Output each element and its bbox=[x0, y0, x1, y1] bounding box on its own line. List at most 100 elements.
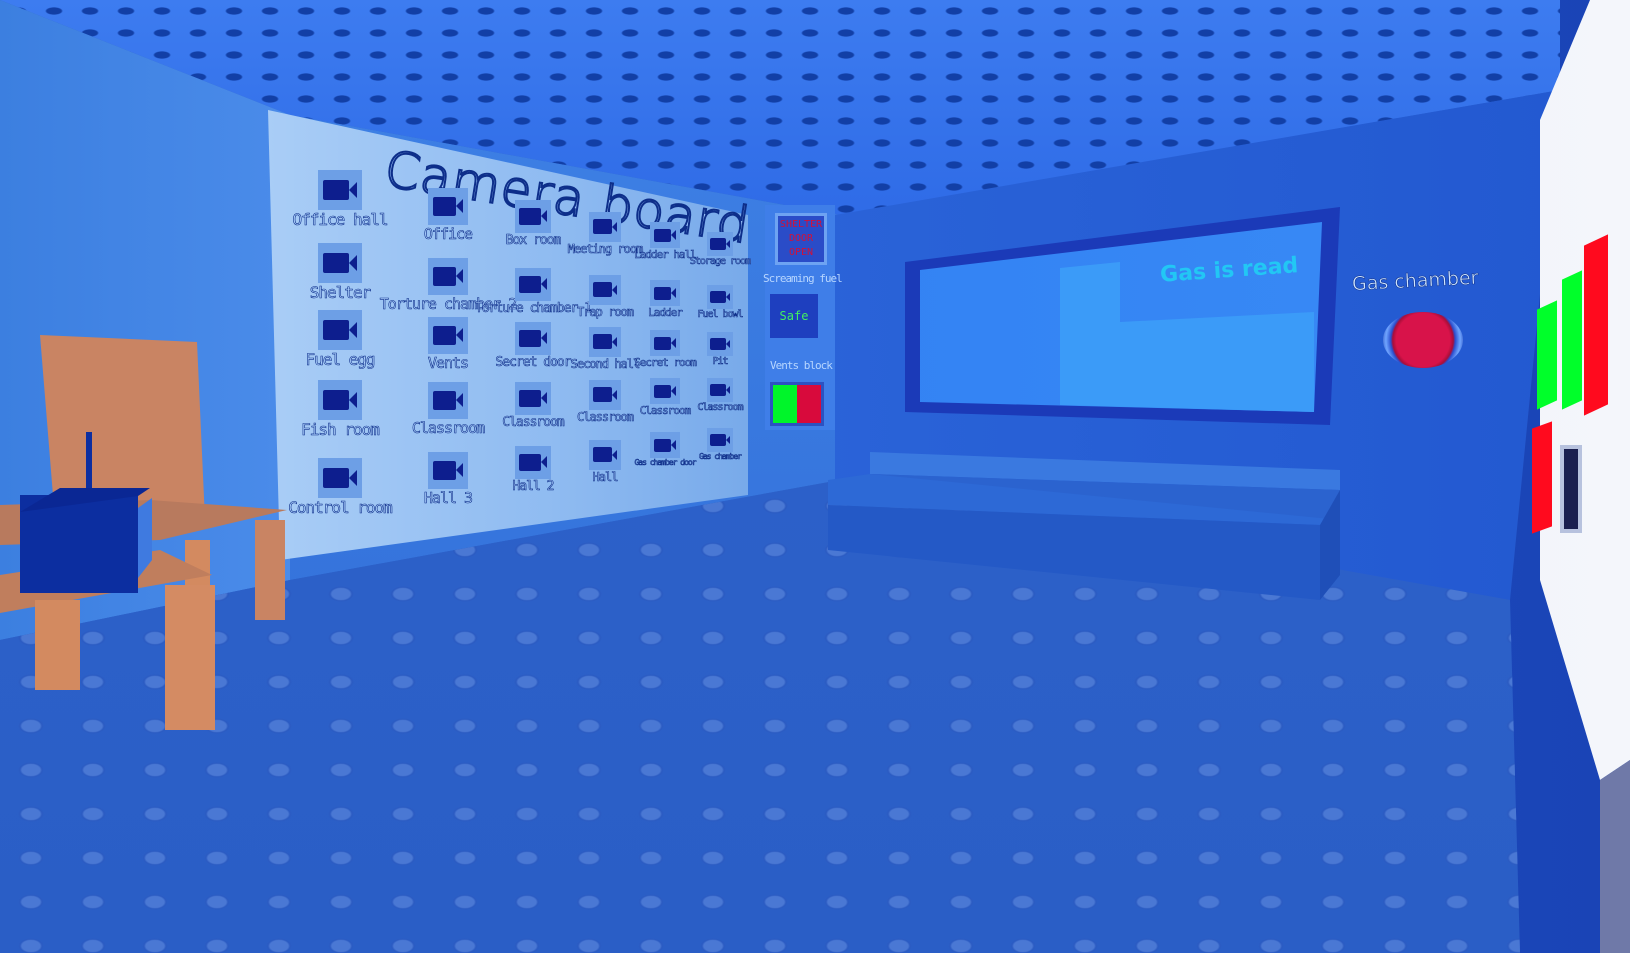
camera-label: Classroom bbox=[576, 409, 635, 424]
camera-label: Office hall bbox=[292, 210, 389, 230]
camera-label: Ladder bbox=[648, 306, 683, 320]
camera-label: Gas chamber door bbox=[634, 458, 697, 468]
vents-open-indicator[interactable] bbox=[773, 385, 797, 423]
camera-button[interactable]: Storage room bbox=[690, 232, 751, 267]
camera-label: Office bbox=[423, 224, 474, 243]
camera-button[interactable]: Fuel bowl bbox=[697, 285, 744, 321]
camera-button[interactable]: Hall 3 bbox=[416, 452, 480, 507]
camera-button[interactable]: Classroom bbox=[576, 380, 635, 424]
camera-button[interactable]: Gas chamber bbox=[699, 428, 743, 462]
video-camera-icon bbox=[514, 382, 552, 415]
gas-chamber-button[interactable] bbox=[1383, 312, 1463, 368]
camera-button[interactable]: Secret room bbox=[634, 330, 697, 370]
camera-button[interactable]: Fish room bbox=[301, 380, 380, 439]
video-camera-icon bbox=[706, 232, 734, 256]
video-camera-icon bbox=[427, 382, 469, 419]
camera-label: Fuel egg bbox=[305, 350, 376, 370]
video-camera-icon bbox=[514, 446, 552, 479]
video-camera-icon bbox=[650, 330, 680, 357]
green-bar-small[interactable] bbox=[1537, 300, 1557, 410]
camera-label: Secret door bbox=[495, 354, 572, 370]
camera-button[interactable]: Office bbox=[416, 188, 480, 243]
camera-label: Hall 3 bbox=[423, 488, 474, 507]
camera-button[interactable]: Box room bbox=[504, 200, 562, 248]
video-camera-icon bbox=[318, 170, 362, 210]
camera-button[interactable]: Pit bbox=[699, 332, 741, 367]
video-camera-icon bbox=[514, 268, 552, 301]
camera-label: Gas chamber bbox=[699, 452, 743, 462]
camera-label: Second hall bbox=[570, 356, 640, 371]
camera-button[interactable]: Second hall bbox=[570, 327, 641, 371]
video-camera-icon bbox=[650, 432, 680, 459]
video-camera-icon bbox=[318, 380, 362, 420]
camera-button[interactable]: Control room bbox=[288, 458, 393, 517]
video-camera-icon bbox=[427, 258, 469, 295]
camera-label: Torture chamber 1 bbox=[474, 300, 593, 316]
shelter-door-alert: SHELTER DOOR OPEN bbox=[775, 213, 827, 265]
video-camera-icon bbox=[427, 452, 469, 489]
camera-label: Vents bbox=[427, 353, 470, 372]
camera-button[interactable]: Classroom bbox=[502, 382, 565, 430]
camera-label: Box room bbox=[505, 232, 561, 248]
camera-button[interactable]: Trap room bbox=[576, 275, 635, 319]
camera-label: Control room bbox=[288, 498, 393, 518]
video-camera-icon bbox=[588, 440, 622, 470]
camera-label: Fuel bowl bbox=[697, 309, 744, 321]
camera-label: Storage room bbox=[689, 256, 752, 268]
camera-label: Classroom bbox=[411, 418, 486, 437]
video-camera-icon bbox=[318, 458, 362, 498]
camera-button[interactable]: Torture chamber 2 bbox=[379, 258, 518, 313]
camera-label: Hall bbox=[592, 469, 619, 484]
camera-label: Secret room bbox=[634, 356, 697, 370]
vents-closed-indicator[interactable] bbox=[797, 385, 821, 423]
camera-button[interactable]: Classroom bbox=[697, 378, 744, 414]
table-leg bbox=[35, 600, 80, 690]
screaming-fuel-status: Safe bbox=[770, 294, 818, 338]
camera-button[interactable]: Ladder bbox=[642, 280, 688, 320]
table-leg bbox=[165, 585, 215, 730]
video-camera-icon bbox=[650, 280, 680, 307]
green-bar-medium[interactable] bbox=[1562, 270, 1582, 410]
video-camera-icon bbox=[706, 428, 734, 452]
screaming-fuel-label: Screaming fuel bbox=[763, 272, 843, 285]
radio-antenna bbox=[86, 432, 92, 492]
red-bar-tall[interactable] bbox=[1584, 234, 1608, 416]
camera-label: Meeting room bbox=[567, 241, 643, 256]
camera-label: Trap room bbox=[576, 304, 635, 319]
video-camera-icon bbox=[588, 275, 622, 305]
dark-screen bbox=[1560, 445, 1582, 533]
video-camera-icon bbox=[588, 380, 622, 410]
camera-button[interactable]: Torture chamber 1 bbox=[475, 268, 592, 316]
game-scene: Camera board Office hall Office Box room Me… bbox=[0, 0, 1630, 953]
camera-button[interactable]: Hall 2 bbox=[504, 446, 561, 494]
video-camera-icon bbox=[588, 212, 622, 242]
camera-button[interactable]: Office hall bbox=[292, 170, 389, 229]
camera-label: Ladder hall bbox=[634, 248, 697, 262]
camera-label: Classroom bbox=[697, 402, 744, 414]
camera-button[interactable]: Ladder hall bbox=[634, 222, 697, 262]
camera-button[interactable]: Classroom bbox=[412, 382, 485, 437]
camera-label: Pit bbox=[712, 356, 729, 368]
video-camera-icon bbox=[706, 285, 734, 309]
radio[interactable] bbox=[20, 495, 138, 593]
camera-button[interactable]: Secret door bbox=[495, 322, 572, 370]
camera-label: Fish room bbox=[301, 420, 380, 440]
camera-button[interactable]: Gas chamber door bbox=[634, 432, 697, 468]
camera-button[interactable]: Shelter bbox=[305, 243, 375, 302]
camera-button[interactable]: Fuel egg bbox=[305, 310, 376, 370]
video-camera-icon bbox=[706, 332, 734, 356]
video-camera-icon bbox=[650, 222, 680, 249]
camera-button[interactable]: Meeting room bbox=[567, 212, 644, 256]
vents-block-label: Vents block bbox=[770, 359, 833, 372]
camera-button[interactable]: Hall bbox=[579, 440, 631, 484]
video-camera-icon bbox=[650, 378, 680, 405]
camera-button[interactable]: Classroom bbox=[639, 378, 692, 418]
camera-button[interactable]: Vents bbox=[416, 317, 480, 372]
vents-block-toggle[interactable] bbox=[770, 382, 824, 426]
video-camera-icon bbox=[427, 188, 469, 225]
camera-label: Hall 2 bbox=[512, 478, 555, 494]
video-camera-icon bbox=[588, 327, 622, 357]
camera-label: Classroom bbox=[639, 404, 691, 418]
red-button[interactable] bbox=[1532, 421, 1552, 534]
video-camera-icon bbox=[318, 243, 362, 283]
